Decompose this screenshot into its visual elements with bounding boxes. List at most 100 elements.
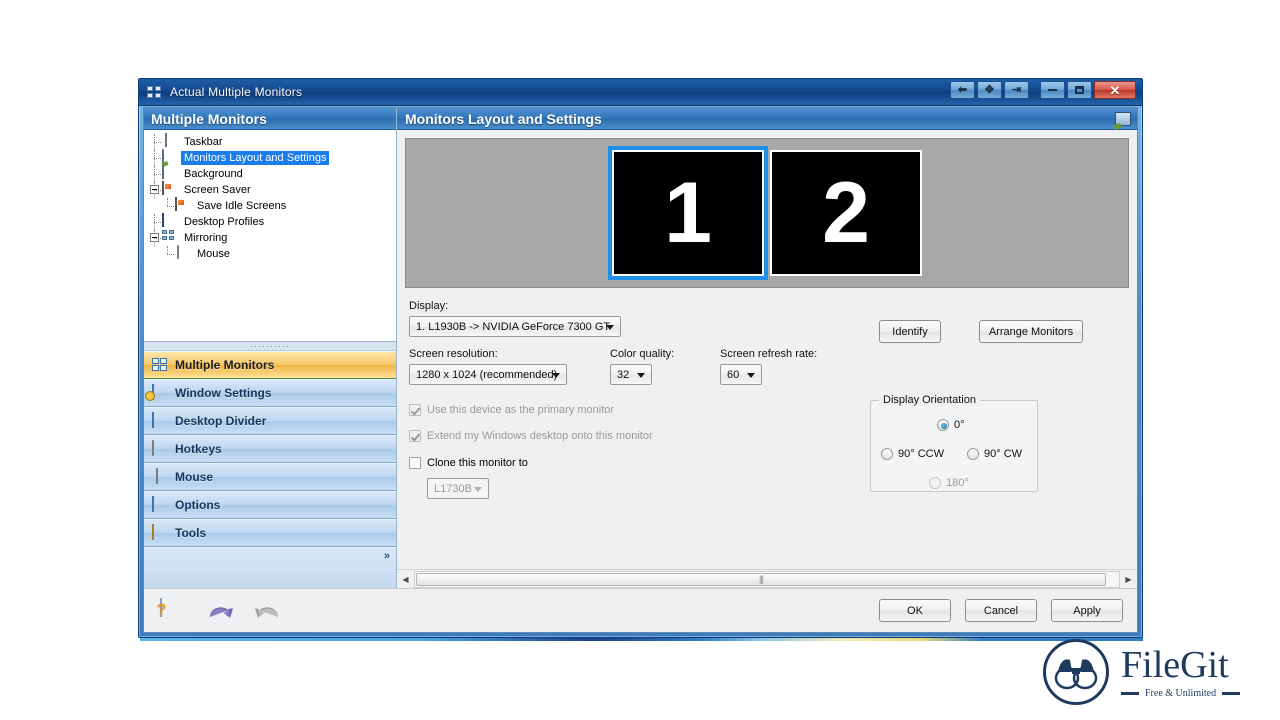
scroll-right-arrow-icon[interactable]: ▶ <box>1120 571 1137 588</box>
mirroring-icon <box>161 230 177 246</box>
category-list-filler: » <box>144 547 396 588</box>
category-label: Desktop Divider <box>175 414 267 428</box>
arrange-monitors-button-label: Arrange Monitors <box>988 325 1074 338</box>
color-quality-select[interactable]: 32 <box>610 364 652 385</box>
ok-button-label: OK <box>907 604 923 617</box>
monitor-layout-preview[interactable]: 1 2 <box>405 138 1129 288</box>
tree-item-save-idle-screens[interactable]: Save Idle Screens <box>148 197 394 214</box>
resolution-label: Screen resolution: <box>409 348 498 360</box>
sidebar-item-options[interactable]: Options <box>144 491 396 519</box>
primary-monitor-checkbox[interactable] <box>409 404 421 416</box>
sidebar-item-multiple-monitors[interactable]: Multiple Monitors <box>144 351 396 379</box>
orientation-option-180[interactable]: 180° <box>929 477 969 489</box>
help-icon[interactable] <box>160 597 186 623</box>
orientation-label-0: 0° <box>954 419 965 431</box>
maximize-button[interactable] <box>1067 81 1092 99</box>
maximize-icon <box>1075 86 1084 94</box>
refresh-rate-select[interactable]: 60 <box>720 364 762 385</box>
sidebar-item-hotkeys[interactable]: Hotkeys <box>144 435 396 463</box>
show-more-chevron-icon[interactable]: » <box>384 551 390 562</box>
orientation-radio-90cw[interactable] <box>967 448 979 460</box>
resolution-select[interactable]: 1280 x 1024 (recommended) <box>409 364 567 385</box>
category-label: Window Settings <box>175 386 272 400</box>
primary-monitor-checkbox-row[interactable]: Use this device as the primary monitor <box>409 404 614 416</box>
close-button[interactable]: ✕ <box>1094 81 1136 99</box>
close-icon: ✕ <box>1109 82 1121 98</box>
scroll-left-arrow-icon[interactable]: ◀ <box>397 571 414 588</box>
orientation-radio-90ccw[interactable] <box>881 448 893 460</box>
monitor-preview-1[interactable]: 1 <box>608 146 768 280</box>
settings-form: Display: 1. L1930B -> NVIDIA GeForce 730… <box>397 296 1137 564</box>
category-label: Options <box>175 498 221 512</box>
hotkeys-icon <box>151 440 169 457</box>
extend-desktop-checkbox[interactable] <box>409 430 421 442</box>
desktop-background: Actual Multiple Monitors ⬅ ✥ ⇥ ✕ Multipl… <box>0 0 1280 720</box>
sidebar-item-window-settings[interactable]: Window Settings <box>144 379 396 407</box>
scrollbar-thumb[interactable]: ||| <box>416 572 1106 586</box>
watermark-text: FileGit Free & Unlimited <box>1121 643 1241 699</box>
scrollbar-track[interactable]: ||| <box>414 570 1120 588</box>
clone-target-select[interactable]: L1730B <box>427 478 489 499</box>
orientation-radio-180[interactable] <box>929 477 941 489</box>
tree-connector <box>148 150 161 166</box>
move-to-monitor-button[interactable]: ✥ <box>977 81 1002 99</box>
tree-item-mouse[interactable]: Mouse <box>148 245 394 262</box>
sidebar: Multiple Monitors Taskbar Monitors Layou… <box>144 108 397 588</box>
sidebar-item-tools[interactable]: Tools <box>144 519 396 547</box>
arrange-monitors-button[interactable]: Arrange Monitors <box>979 320 1083 343</box>
tree-item-mirroring[interactable]: Mirroring <box>148 230 394 246</box>
redo-arrow-svg <box>255 606 278 618</box>
redo-icon <box>255 602 280 620</box>
tree-item-desktop-profiles[interactable]: Desktop Profiles <box>148 213 394 230</box>
tree-item-label: Mirroring <box>184 232 228 244</box>
orientation-radio-0[interactable] <box>937 419 949 431</box>
minimize-button[interactable] <box>1040 81 1065 99</box>
monitor-preview-2[interactable]: 2 <box>770 150 922 276</box>
scrollbar-grip: ||| <box>758 574 764 584</box>
apply-button[interactable]: Apply <box>1051 599 1123 622</box>
app-tiles-icon <box>147 85 163 99</box>
mouse-icon <box>174 245 190 262</box>
horizontal-scrollbar[interactable]: ◀ ||| ▶ <box>397 569 1137 588</box>
identify-button[interactable]: Identify <box>879 320 941 343</box>
display-label: Display: <box>409 300 449 312</box>
tree-item-background[interactable]: Background <box>148 165 394 182</box>
send-to-monitor-button[interactable]: ⇥ <box>1004 81 1029 99</box>
category-label: Multiple Monitors <box>175 358 275 372</box>
extend-desktop-checkbox-row[interactable]: Extend my Windows desktop onto this moni… <box>409 430 653 442</box>
desktop-profiles-icon <box>161 213 177 230</box>
sidebar-item-desktop-divider[interactable]: Desktop Divider <box>144 407 396 435</box>
clone-monitor-checkbox[interactable] <box>409 457 421 469</box>
move-to-monitor-icon: ✥ <box>984 83 995 96</box>
monitor-settings-icon <box>1115 111 1131 126</box>
tree-item-monitors-layout-and-settings[interactable]: Monitors Layout and Settings <box>148 149 394 166</box>
orientation-option-90ccw[interactable]: 90° CCW <box>881 448 944 460</box>
chevron-down-icon <box>474 486 482 492</box>
sidebar-item-mouse[interactable]: Mouse <box>144 463 396 491</box>
cancel-button[interactable]: Cancel <box>965 599 1037 622</box>
tree-item-taskbar[interactable]: Taskbar <box>148 133 394 150</box>
clone-monitor-checkbox-row[interactable]: Clone this monitor to <box>409 457 528 469</box>
chevron-down-icon <box>637 372 645 378</box>
watermark-tagline: Free & Unlimited <box>1145 687 1217 699</box>
sidebar-splitter-grip[interactable]: ·········· <box>144 342 396 351</box>
undo-arrow-svg <box>210 606 233 618</box>
orientation-option-90cw[interactable]: 90° CW <box>967 448 1022 460</box>
orientation-label-90ccw: 90° CCW <box>898 448 944 460</box>
display-select[interactable]: 1. L1930B -> NVIDIA GeForce 7300 GT <box>409 316 621 337</box>
ok-button[interactable]: OK <box>879 599 951 622</box>
tree-expander-screen-saver[interactable] <box>148 182 161 198</box>
tree-item-screen-saver[interactable]: Screen Saver <box>148 181 394 198</box>
settings-tree[interactable]: Taskbar Monitors Layout and Settings Bac… <box>144 130 396 342</box>
orientation-option-0[interactable]: 0° <box>937 419 965 431</box>
pin-to-monitor-button[interactable]: ⬅ <box>950 81 975 99</box>
tree-expander-mirroring[interactable] <box>148 230 161 246</box>
binoculars-logo <box>1043 639 1109 705</box>
primary-monitor-label: Use this device as the primary monitor <box>427 404 615 416</box>
refresh-rate-field-block: Screen refresh rate: 60 <box>720 348 817 385</box>
sidebar-header: Multiple Monitors <box>144 108 396 130</box>
window-title: Actual Multiple Monitors <box>170 85 303 99</box>
watermark-name: FileGit <box>1121 643 1229 686</box>
undo-icon[interactable] <box>208 602 233 620</box>
